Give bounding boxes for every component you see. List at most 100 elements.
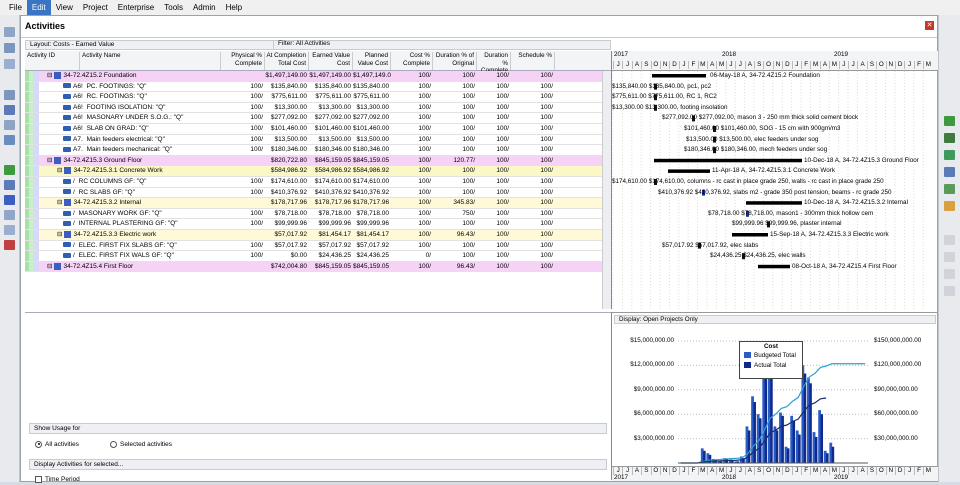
timescale-month: O xyxy=(763,467,772,475)
table-scrollbar[interactable] xyxy=(602,71,611,309)
column-header-schedule-[interactable]: Schedule % xyxy=(511,52,555,70)
toolbar-icon[interactable] xyxy=(944,235,955,245)
wbs-row[interactable]: ⊟ 34-72.4Z15.3.3 Electric work $57,017.92 $… xyxy=(25,230,611,241)
column-header-cost-complete[interactable]: Cost % Complete xyxy=(391,52,433,70)
gantt-bar-label: $775,611.00 $775,611.00, RC 1, RC2 xyxy=(612,93,717,101)
menu-edit[interactable]: Edit xyxy=(26,0,51,15)
menu-admin[interactable]: Admin xyxy=(188,0,221,15)
collapse-icon[interactable]: ⊟ xyxy=(47,72,52,79)
toolbar-icon[interactable] xyxy=(4,27,15,37)
display-activities-bar: Display Activities for selected... xyxy=(29,459,607,470)
toolbar-icon[interactable] xyxy=(4,195,15,205)
column-header-at-completion-total-cost[interactable]: At Completion Total Cost xyxy=(265,52,309,70)
collapse-icon[interactable]: ⊟ xyxy=(57,231,62,238)
activity-row[interactable]: / MASONARY WORK GF: "Q" 100/ $78,718.00 $78… xyxy=(25,208,611,220)
gantt-bar-label: $180,346.00 $180,346.00, mech feeders un… xyxy=(684,146,828,154)
column-header-duration-of-original[interactable]: Duration % of Original xyxy=(433,52,477,70)
summary-bar[interactable] xyxy=(746,201,802,205)
menu-file[interactable]: File xyxy=(4,0,27,15)
wbs-row[interactable]: ⊟ 34-72.4Z15.3.2 Internal $178,717.96 $178,… xyxy=(25,198,611,209)
activity-row[interactable]: / ELEC. FIRST FIX WALS GF: "Q" 100/ $0.00 $… xyxy=(25,251,611,262)
wbs-level-bars xyxy=(25,124,39,134)
menu-enterprise[interactable]: Enterprise xyxy=(113,0,159,15)
activity-row[interactable]: / ELEC. FIRST FIX SLABS GF: "Q" 100/ $57,0… xyxy=(25,240,611,252)
summary-bar[interactable] xyxy=(758,264,790,269)
toolbar-icon[interactable] xyxy=(944,286,955,296)
summary-bar[interactable] xyxy=(732,233,768,237)
toolbar-icon[interactable] xyxy=(4,59,15,69)
column-header-activity-name[interactable]: Activity Name xyxy=(80,52,221,70)
toolbar-icon[interactable] xyxy=(944,269,955,279)
cell-phys: 100/ xyxy=(250,125,263,132)
activity-row[interactable]: / INTERNAL PLASTERING GF: "Q" 100/ $99,999… xyxy=(25,219,611,230)
toolbar-icon[interactable] xyxy=(4,135,15,145)
table-header: Activity ID Activity Name Physical % Compl… xyxy=(25,51,611,74)
toolbar-icon[interactable] xyxy=(944,133,955,143)
time-period-checkbox[interactable]: Time Period xyxy=(35,475,80,485)
toolbar-icon[interactable] xyxy=(4,210,15,220)
column-header-duration-complete[interactable]: Duration % Complete xyxy=(477,52,511,74)
activity-row[interactable]: A6! MASONARY UNDER S.O.G.: "Q" 100/ $277,0… xyxy=(25,113,611,124)
menu-tools[interactable]: Tools xyxy=(159,0,188,15)
column-header-activity-id[interactable]: Activity ID xyxy=(25,52,80,70)
toolbar-icon[interactable] xyxy=(944,116,955,126)
collapse-icon[interactable]: ⊟ xyxy=(47,263,52,270)
toolbar-icon[interactable] xyxy=(4,90,15,100)
summary-bar[interactable] xyxy=(668,169,710,173)
cell-ev: $845,159.05 xyxy=(314,262,351,270)
activity-row[interactable]: A7. Main feeders mechanical: "Q" 100/ $180… xyxy=(25,145,611,156)
toolbar-icon[interactable] xyxy=(4,240,15,250)
toolbar-icon[interactable] xyxy=(4,105,15,115)
activity-row[interactable]: / RC COLUMNS GF: "Q" 100/$174,610.00 $174,… xyxy=(25,177,611,188)
toolbar-icon[interactable] xyxy=(4,43,15,53)
bar-actual xyxy=(747,430,751,463)
wbs-name: 34-72.4Z15.2 Foundation xyxy=(63,72,137,79)
toolbar-icon[interactable] xyxy=(944,150,955,160)
cell-sched: 100/ xyxy=(540,262,553,270)
toolbar-icon[interactable] xyxy=(944,201,955,211)
activity-id: A6! RC. FOOTINGS: "Q" xyxy=(63,92,221,102)
histogram-legend: Cost Budgeted Total Actual Total xyxy=(739,341,803,379)
timescale-month: N xyxy=(885,61,895,69)
cell-durc: 100/ xyxy=(496,178,509,185)
column-header-earned-value-cost[interactable]: Earned Value Cost xyxy=(309,52,353,70)
column-header-planned-value-cost[interactable]: Planned Value Cost xyxy=(353,52,391,70)
cell-phys: 100/ xyxy=(250,103,263,111)
menu-help[interactable]: Help xyxy=(221,0,247,15)
collapse-icon[interactable]: ⊟ xyxy=(47,157,52,164)
summary-bar[interactable] xyxy=(652,74,706,78)
activity-row[interactable]: A6! FOOTING ISOLATION: "Q" 100/ $13,300.00… xyxy=(25,102,611,114)
radio-selected-activities[interactable]: Selected activities xyxy=(110,440,172,450)
activity-row[interactable]: / RC SLABS GF: "Q" 100/$410,376.92 $410,37… xyxy=(25,187,611,199)
cell-pv: $24,436.25 xyxy=(356,252,389,260)
timescale-year: 2018 xyxy=(722,51,737,58)
wbs-row[interactable]: ⊟ 34-72.4Z15.4 First Floor $742,004.80 $845… xyxy=(25,261,611,273)
radio-all-activities[interactable]: All activities xyxy=(35,440,79,450)
filter-bar[interactable]: Filter: All Activities xyxy=(273,40,611,50)
wbs-row[interactable]: ⊟ 34-72.4Z15.3 Ground Floor $820,722.80 $84… xyxy=(25,155,611,167)
toolbar-icon[interactable] xyxy=(4,120,15,130)
collapse-icon[interactable]: ⊟ xyxy=(57,199,62,206)
column-header-physical-complete[interactable]: Physical % Complete xyxy=(221,52,265,70)
timescale-month: F xyxy=(801,61,810,69)
menu-view[interactable]: View xyxy=(51,0,78,15)
wbs-row[interactable]: ⊟ 34-72.4Z15.3.1 Concrete Work $584,986.92… xyxy=(25,166,611,177)
toolbar-icon[interactable] xyxy=(944,167,955,177)
legend-swatch-actual xyxy=(744,362,751,369)
activity-icon xyxy=(63,210,71,216)
toolbar-icon[interactable] xyxy=(944,252,955,262)
toolbar-icon[interactable] xyxy=(4,180,15,190)
menu-project[interactable]: Project xyxy=(78,0,113,15)
close-icon[interactable]: ✕ xyxy=(925,21,934,30)
toolbar-icon[interactable] xyxy=(4,165,15,175)
toolbar-icon[interactable] xyxy=(944,184,955,194)
summary-bar[interactable] xyxy=(654,158,802,163)
timescale-month: J xyxy=(848,61,857,69)
collapse-icon[interactable]: ⊟ xyxy=(57,167,62,174)
activity-row[interactable]: A6! RC. FOOTINGS: "Q" 100/$775,611.00 $775… xyxy=(25,92,611,103)
activity-row[interactable]: A6! SLAB ON GRAD: "Q" 100/$101,460.00 $101… xyxy=(25,124,611,135)
toolbar-icon[interactable] xyxy=(4,225,15,235)
activity-row[interactable]: A7. Main feeders electrical: "Q" 100/ $13,… xyxy=(25,134,611,146)
activity-row[interactable]: A6! PC. FOOTINGS: "Q" 100/$135,840.00 $135… xyxy=(25,81,611,93)
wbs-row[interactable]: ⊟ 34-72.4Z15.2 Foundation $1,497,149.00 $1,… xyxy=(25,71,611,82)
